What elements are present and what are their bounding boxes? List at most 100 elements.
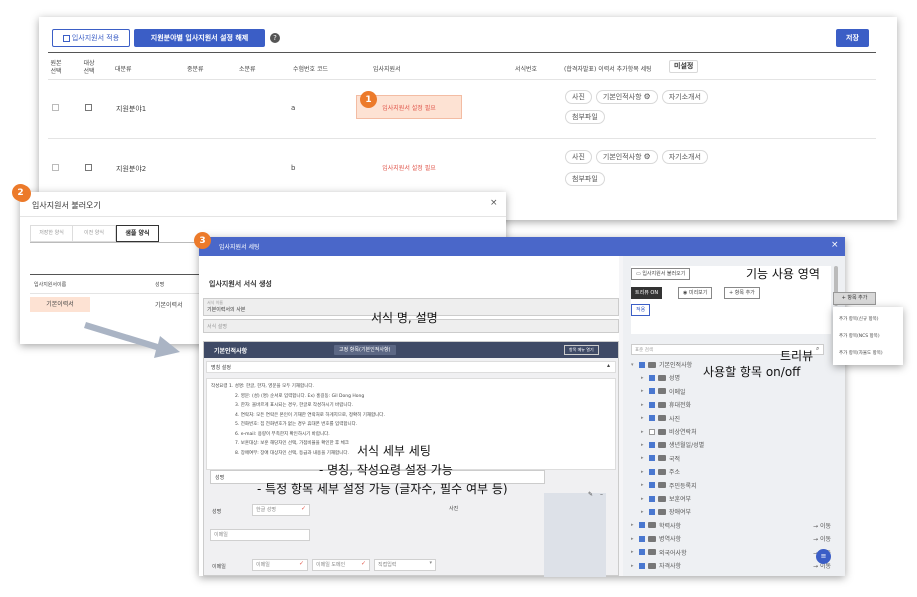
tree-item[interactable]: ▸ 이메일 — [641, 387, 831, 396]
tree-item-label: 병역사항 — [659, 536, 682, 544]
search-icon[interactable]: ⌕ — [816, 345, 819, 353]
save-button[interactable]: 저장 — [836, 29, 869, 47]
email-sub-input[interactable]: 이메일 — [210, 529, 310, 541]
chevron-right-icon[interactable]: ▸ — [641, 375, 646, 381]
close-icon[interactable]: × — [490, 198, 498, 208]
tree-item[interactable]: ▸ 주민등록지 — [641, 481, 831, 490]
apply-application-button[interactable]: 입사지원서 적용 — [52, 29, 130, 47]
pill-photo[interactable]: 사진 — [565, 150, 592, 164]
chevron-right-icon[interactable]: ▸ — [641, 388, 646, 394]
chevron-right-icon[interactable]: ▸ — [641, 429, 646, 435]
tree-checkbox[interactable] — [639, 361, 645, 368]
tree-item[interactable]: ▸ 국적 — [641, 454, 831, 463]
tree-checkbox[interactable] — [649, 495, 655, 502]
chevron-right-icon[interactable]: ▸ — [641, 442, 646, 448]
add-item-toolbar-button[interactable]: + 항목 추가 — [724, 287, 760, 299]
tree-item[interactable]: ▸ 사진 — [641, 414, 831, 423]
tree-checkbox[interactable] — [649, 468, 655, 475]
confirm-button[interactable]: 적용 — [631, 304, 651, 316]
guide-name-row[interactable]: 명칭 설정 ▴ — [206, 361, 616, 373]
tree-item[interactable]: ▸ 자격사항 → 이동 — [631, 561, 831, 570]
email-domain-input[interactable]: 이메일 도메인 ✓ — [312, 559, 370, 571]
pill-photo[interactable]: 사진 — [565, 90, 592, 104]
step-badge-3: 3 — [194, 232, 211, 249]
chevron-right-icon[interactable]: ▸ — [641, 402, 646, 408]
tree-checkbox[interactable] — [649, 428, 655, 435]
tree-checkbox[interactable] — [649, 374, 655, 381]
unset-button[interactable]: 미설정 — [669, 60, 699, 73]
email-hint-input[interactable]: 이메일 ✓ — [252, 559, 308, 571]
dropdown-item-new[interactable]: 추가 항목(신규 항목) — [839, 316, 879, 322]
chevron-right-icon[interactable]: ▸ — [641, 496, 646, 502]
tree-checkbox[interactable] — [649, 508, 655, 515]
tree-checkbox[interactable] — [649, 401, 655, 408]
chevron-right-icon[interactable]: ▸ — [631, 522, 636, 528]
clear-field-application-button[interactable]: 지원분야별 입사지원서 설정 해제 — [134, 29, 265, 47]
move-link[interactable]: → 이동 — [813, 521, 831, 530]
chevron-right-icon[interactable]: ▸ — [641, 509, 646, 515]
pill-self-intro[interactable]: 자기소개서 — [661, 90, 708, 104]
floating-action-button[interactable]: ≡ — [816, 549, 831, 564]
tree-checkbox[interactable] — [639, 522, 645, 529]
target-select-checkbox[interactable] — [85, 164, 92, 171]
tree-checkbox[interactable] — [649, 415, 655, 422]
tree-item-label: 장애여부 — [669, 509, 692, 517]
pill-attachment[interactable]: 첨부파일 — [565, 110, 605, 124]
tree-checkbox[interactable] — [649, 482, 655, 489]
tab-previous[interactable]: 이전 양식 — [73, 225, 116, 242]
tree-item[interactable]: ▸ 주소 — [641, 467, 831, 476]
tree-item[interactable]: ▸ 비상연락처 — [641, 427, 831, 436]
chevron-down-icon[interactable]: ▾ — [631, 362, 636, 368]
chevron-right-icon[interactable]: ▸ — [631, 549, 636, 555]
tree-item[interactable]: ▸ 휴대전화 — [641, 400, 831, 409]
tree-checkbox[interactable] — [649, 388, 655, 395]
tree-item[interactable]: ▸ 병역사항 → 이동 — [631, 534, 831, 543]
chevron-right-icon[interactable]: ▸ — [641, 415, 646, 421]
tree-on-button[interactable]: 트리뷰 ON — [631, 287, 663, 299]
gear-icon[interactable]: ⚙ — [644, 151, 651, 163]
tree-item[interactable]: ▸ 생년월일/성별 — [641, 440, 831, 449]
name-hint-input[interactable]: 한글 성명 ✓ — [252, 504, 310, 516]
close-icon[interactable]: × — [831, 240, 839, 250]
minus-icon[interactable]: – — [600, 491, 603, 498]
load-application-button[interactable]: ▭ 입사지원서 불러오기 — [631, 268, 691, 280]
target-select-checkbox[interactable] — [85, 104, 92, 111]
dropdown-item-ncs[interactable]: 추가 항목(NCS 항목) — [839, 333, 880, 339]
move-link[interactable]: → 이동 — [813, 534, 831, 543]
chevron-right-icon[interactable]: ▸ — [631, 563, 636, 569]
application-status[interactable]: 입사지원서 설정 필요 — [356, 155, 462, 179]
preview-button[interactable]: ◉ 미리보기 — [678, 287, 713, 299]
item-menu-button[interactable]: 항목 메뉴 열기 — [564, 345, 599, 355]
tree-item[interactable]: ▸ 보훈여부 — [641, 494, 831, 503]
add-item-dropdown-button[interactable]: + 항목 추가 — [833, 292, 876, 305]
chevron-right-icon[interactable]: ▸ — [641, 469, 646, 475]
tab-saved[interactable]: 저장한 양식 — [30, 225, 73, 242]
tree-item[interactable]: ▸ 학력사항 → 이동 — [631, 521, 831, 530]
tree-checkbox[interactable] — [639, 562, 645, 569]
annotation-detail-line2: - 특정 항목 세부 설정 가능 (글자수, 필수 여부 등) — [257, 482, 508, 496]
original-select-checkbox[interactable] — [52, 104, 59, 111]
tab-sample[interactable]: 샘플 양식 — [116, 225, 159, 242]
pill-basic-info[interactable]: 기본인적사항 ⚙ — [595, 150, 658, 164]
tree-item[interactable]: ▸ 장애여부 — [641, 507, 831, 516]
chevron-right-icon[interactable]: ▸ — [641, 455, 646, 461]
gear-icon[interactable]: ⚙ — [644, 91, 651, 103]
tree-checkbox[interactable] — [639, 535, 645, 542]
dropdown-item-custom[interactable]: 추가 항목(자율도 항목) — [839, 350, 883, 356]
help-icon[interactable]: ? — [270, 33, 280, 43]
chevron-right-icon[interactable]: ▸ — [641, 482, 646, 488]
original-select-checkbox[interactable] — [52, 164, 59, 171]
field-email-label: 이메일 — [212, 564, 226, 570]
sample-row-name[interactable]: 기본이력서 — [30, 297, 90, 312]
tree-checkbox[interactable] — [639, 549, 645, 556]
tree-checkbox[interactable] — [649, 455, 655, 462]
chevron-up-icon[interactable]: ▴ — [607, 362, 610, 369]
tree-checkbox[interactable] — [649, 441, 655, 448]
tree-item[interactable]: ▸외국어사항→ 이동 — [631, 548, 831, 557]
email-domain-select[interactable]: 직접입력 ▾ — [374, 559, 436, 571]
pill-attachment[interactable]: 첨부파일 — [565, 172, 605, 186]
chevron-right-icon[interactable]: ▸ — [631, 536, 636, 542]
pill-self-intro[interactable]: 자기소개서 — [661, 150, 708, 164]
pill-basic-info[interactable]: 기본인적사항 ⚙ — [595, 90, 658, 104]
pencil-icon[interactable]: ✎ — [588, 491, 593, 498]
